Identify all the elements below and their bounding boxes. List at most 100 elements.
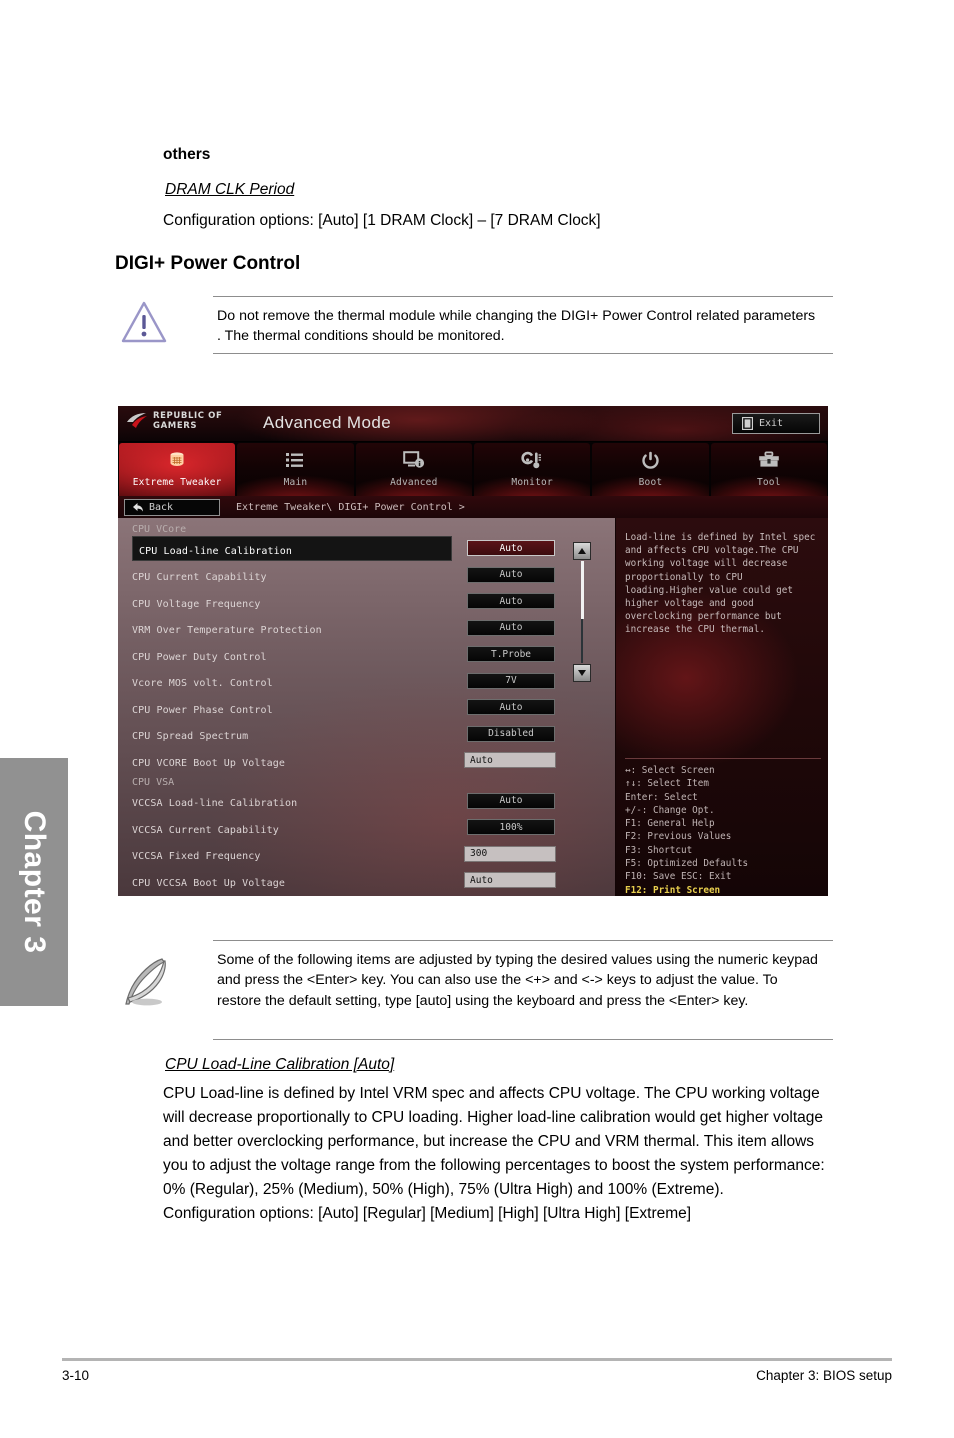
- help-description: Load-line is defined by Intel spec and a…: [625, 532, 816, 636]
- bios-option-label: CPU Voltage Frequency: [132, 598, 261, 610]
- bios-scrollbar[interactable]: [573, 542, 593, 682]
- bios-option-row[interactable]: CPU Voltage Frequency Auto: [132, 591, 587, 611]
- toolbox-icon: [758, 449, 780, 471]
- tab-advanced-label: Advanced: [390, 477, 438, 488]
- bios-option-label: CPU Power Phase Control: [132, 704, 273, 716]
- advanced-mode-title: Advanced Mode: [263, 413, 392, 432]
- footer-page-number: 3-10: [62, 1368, 90, 1383]
- llc-section-title: CPU Load-Line Calibration [Auto]: [165, 1056, 395, 1073]
- bios-title-bar: REPUBLIC OF GAMERS Advanced Mode Exit: [118, 406, 828, 442]
- tab-main[interactable]: Main: [237, 443, 354, 496]
- bios-option-label: VRM Over Temperature Protection: [132, 625, 322, 636]
- bios-option-value[interactable]: Disabled: [467, 725, 555, 742]
- bios-option-row[interactable]: VRM Over Temperature Protection Auto: [132, 618, 587, 638]
- bios-group-header: CPU VSA: [132, 776, 175, 788]
- bios-option-label: CPU Spread Spectrum: [132, 731, 249, 742]
- bios-option-label-wrap: CPU Load-line Calibration: [132, 535, 452, 561]
- bios-option-label-wrap: CPU VCORE Boot Up Voltage: [132, 751, 285, 770]
- back-arrow-icon: [133, 502, 143, 512]
- bios-option-row[interactable]: VCCSA Fixed Frequency 300: [132, 844, 587, 864]
- tweaker-icon: [167, 449, 187, 471]
- tab-advanced[interactable]: Advanced: [355, 443, 472, 496]
- bios-option-value[interactable]: Auto: [464, 872, 556, 888]
- bios-option-row[interactable]: CPU Load-line Calibration Auto: [132, 535, 587, 561]
- bios-help-pane: Load-line is defined by Intel spec and a…: [615, 518, 828, 896]
- bios-option-label: Vcore MOS volt. Control: [132, 678, 273, 689]
- bios-option-label-wrap: VCCSA Fixed Frequency: [132, 844, 261, 863]
- bios-option-row[interactable]: Vcore MOS volt. Control 7V: [132, 671, 587, 691]
- rog-logo: REPUBLIC OF GAMERS: [126, 411, 222, 431]
- bios-option-value[interactable]: Auto: [467, 593, 555, 609]
- bios-option-value[interactable]: Auto: [467, 566, 555, 583]
- bios-option-value[interactable]: 100%: [467, 819, 555, 835]
- scroll-up-arrow-icon[interactable]: [573, 542, 591, 560]
- rog-line-2: GAMERS: [153, 420, 198, 431]
- bios-option-value[interactable]: 300: [464, 845, 556, 862]
- bios-option-label: CPU Current Capability: [132, 572, 267, 583]
- footer-chapter-label: Chapter 3: BIOS setup: [756, 1368, 892, 1383]
- bios-option-row[interactable]: CPU Spread Spectrum Disabled: [132, 724, 587, 744]
- bios-option-row[interactable]: CPU VCCSA Boot Up Voltage Auto: [132, 870, 587, 890]
- llc-description: CPU Load-line is defined by Intel VRM sp…: [163, 1082, 835, 1226]
- note-text: Some of the following items are adjusted…: [217, 952, 818, 1009]
- list-icon: [285, 449, 305, 471]
- note-rule-top: [213, 940, 833, 941]
- bios-option-value[interactable]: Auto: [467, 540, 555, 556]
- hotkey-entry: ↑↓: Select Item: [625, 778, 709, 790]
- tab-tool[interactable]: Tool: [710, 443, 827, 496]
- bios-option-value[interactable]: 7V: [467, 672, 555, 689]
- tab-monitor[interactable]: Monitor: [473, 443, 591, 496]
- hotkey-entry: F1: General Help: [625, 818, 715, 830]
- tab-boot-label: Boot: [638, 477, 663, 488]
- note-rule-bottom: [213, 1039, 833, 1040]
- exit-button[interactable]: Exit: [732, 413, 820, 434]
- bios-options-list: CPU VCore CPU Load-line Calibration Auto CP…: [118, 518, 615, 896]
- scroll-down-arrow-icon[interactable]: [573, 664, 591, 682]
- bios-screenshot: REPUBLIC OF GAMERS Advanced Mode Exit Ex…: [118, 406, 828, 896]
- hotkey-entry: F5: Optimized Defaults: [625, 857, 749, 869]
- bios-main-body: CPU VCore CPU Load-line Calibration Auto CP…: [118, 518, 828, 896]
- breadcrumb-path: Extreme Tweaker\ DIGI+ Power Control >: [236, 501, 465, 513]
- hotkey-entry: ↔: Select Screen: [625, 765, 715, 776]
- tab-boot[interactable]: Boot: [592, 443, 709, 496]
- back-button-label: Back: [149, 501, 174, 513]
- warning-text: Do not remove the thermal module while c…: [217, 308, 816, 345]
- tab-tool-label: Tool: [756, 477, 781, 488]
- bios-option-label: VCCSA Load-line Calibration: [132, 798, 298, 809]
- digi-power-control-heading: DIGI+ Power Control: [115, 253, 301, 274]
- tab-monitor-label: Monitor: [511, 477, 553, 488]
- bios-option-label-wrap: Vcore MOS volt. Control: [132, 671, 273, 690]
- tab-extreme-tweaker[interactable]: Extreme Tweaker: [119, 443, 236, 496]
- bios-option-value[interactable]: Auto: [464, 752, 556, 768]
- bios-option-label-wrap: CPU Voltage Frequency: [132, 592, 261, 611]
- bios-option-row[interactable]: VCCSA Current Capability 100%: [132, 817, 587, 837]
- bios-option-value[interactable]: Auto: [467, 699, 555, 715]
- bios-option-label-wrap: VCCSA Load-line Calibration: [132, 791, 297, 810]
- dram-clk-period-title: DRAM CLK Period: [165, 181, 295, 198]
- tab-extreme-tweaker-label: Extreme Tweaker: [132, 477, 222, 488]
- scrollbar-thumb[interactable]: [580, 561, 584, 619]
- bios-option-label: CPU Load-line Calibration: [139, 545, 293, 557]
- footer-divider: [62, 1358, 892, 1361]
- bios-option-row[interactable]: CPU Power Phase Control Auto: [132, 697, 587, 717]
- bios-option-label-wrap: CPU VCCSA Boot Up Voltage: [132, 871, 285, 890]
- others-heading: others: [163, 146, 211, 163]
- bios-option-value[interactable]: Auto: [467, 619, 555, 636]
- bios-option-label: VCCSA Fixed Frequency: [132, 851, 261, 862]
- bios-option-row[interactable]: CPU Current Capability Auto: [132, 565, 587, 585]
- hotkey-entry: F12: Print Screen: [625, 884, 721, 896]
- bios-option-row[interactable]: VCCSA Load-line Calibration Auto: [132, 791, 587, 811]
- hotkey-entry: F3: Shortcut: [625, 844, 693, 856]
- bios-option-label-wrap: CPU Power Duty Control: [132, 645, 267, 664]
- rog-eye-icon: [127, 413, 147, 429]
- bios-option-row[interactable]: CPU VCORE Boot Up Voltage Auto: [132, 750, 587, 770]
- bios-option-value[interactable]: T.Probe: [467, 646, 555, 662]
- bios-option-label: VCCSA Current Capability: [132, 824, 279, 836]
- bios-option-value[interactable]: Auto: [467, 792, 555, 809]
- exit-button-label: Exit: [759, 418, 784, 429]
- bios-option-label-wrap: CPU Spread Spectrum: [132, 724, 248, 743]
- tab-main-label: Main: [283, 477, 308, 488]
- bios-option-row[interactable]: CPU Power Duty Control T.Probe: [132, 644, 587, 664]
- warning-rule-bottom: [213, 353, 833, 354]
- back-button[interactable]: Back: [124, 498, 220, 516]
